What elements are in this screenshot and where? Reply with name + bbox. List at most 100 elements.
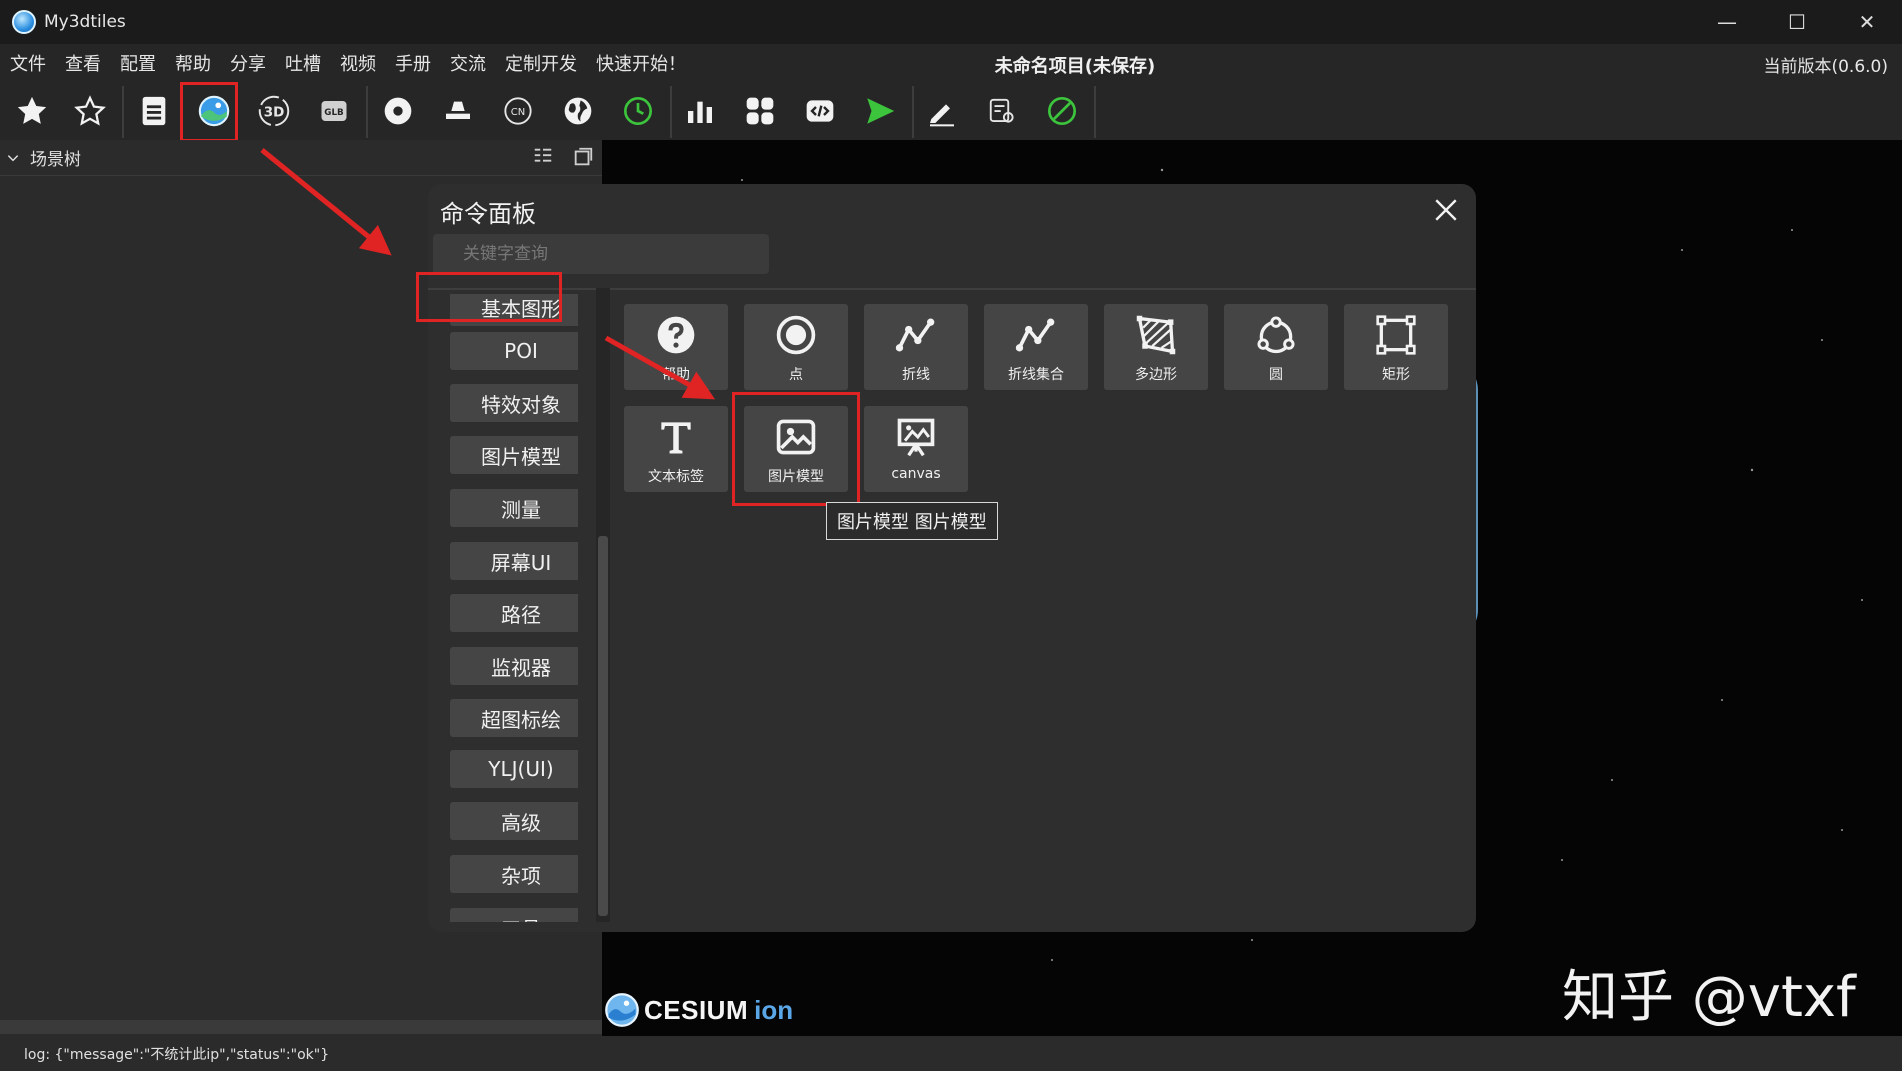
toolbar-separator	[1094, 86, 1096, 138]
command-panel: 命令面板 基本图形 POI 特效对象 图片模型 测量 屏幕UI 路径 监视器 超…	[416, 184, 1476, 932]
cn-map-button[interactable]: CN	[494, 88, 542, 134]
text-label-icon	[661, 422, 691, 454]
polyline-icon	[895, 318, 935, 352]
category-highlight-box	[416, 272, 562, 322]
menu-quick-start[interactable]: 快速开始！	[586, 50, 695, 76]
clock-icon	[624, 97, 652, 125]
category-scrollbar[interactable]	[596, 288, 610, 922]
toolbar-separator	[366, 86, 368, 138]
watermark: 知乎 @vtxf	[1562, 965, 1856, 1030]
cesium-ion-logo[interactable]: CESIUM ion	[604, 990, 793, 1030]
close-window-button[interactable]: ✕	[1832, 0, 1902, 44]
close-icon	[1435, 199, 1457, 221]
category-effects[interactable]: 特效对象	[450, 384, 578, 422]
scene-tree-scrollbar[interactable]	[0, 1020, 602, 1034]
version-label: 当前版本(0.6.0)	[1763, 57, 1888, 77]
tile-label: 矩形	[1382, 367, 1410, 383]
maximize-button[interactable]: ☐	[1762, 0, 1832, 44]
menu-view[interactable]: 查看	[55, 50, 110, 76]
tile-text-label[interactable]: 文本标签	[624, 406, 728, 492]
tile-label: 点	[789, 367, 803, 383]
document-icon	[142, 96, 166, 126]
command-panel-close-button[interactable]	[1428, 192, 1464, 228]
star-filled-icon	[17, 96, 47, 124]
menu-help[interactable]: 帮助	[165, 50, 220, 76]
menu-feedback[interactable]: 吐槽	[275, 50, 330, 76]
favorites-list-button[interactable]	[66, 88, 114, 134]
toolbar-separator	[912, 86, 914, 138]
category-measure[interactable]: 测量	[450, 489, 578, 527]
category-tools[interactable]: 工具	[450, 908, 578, 922]
tile-label: 折线集合	[1008, 367, 1064, 383]
tile-rectangle[interactable]: 矩形	[1344, 304, 1448, 390]
category-advanced[interactable]: 高级	[450, 802, 578, 840]
category-misc[interactable]: 杂项	[450, 855, 578, 893]
menu-manual[interactable]: 手册	[385, 50, 440, 76]
location-button[interactable]	[374, 88, 422, 134]
category-image-model[interactable]: 图片模型	[450, 436, 578, 474]
time-button[interactable]	[614, 88, 662, 134]
components-button[interactable]	[736, 88, 784, 134]
minimize-button[interactable]: —	[1692, 0, 1762, 44]
run-button[interactable]	[856, 88, 904, 134]
chevron-down-icon[interactable]	[6, 151, 20, 165]
tile-polyline[interactable]: 折线	[864, 304, 968, 390]
menu-file[interactable]: 文件	[0, 50, 55, 76]
category-scroll-thumb[interactable]	[598, 536, 608, 916]
tree-expand-icon[interactable]	[532, 146, 554, 168]
3d-tiles-button[interactable]: 3D	[250, 88, 298, 134]
menu-community[interactable]: 交流	[440, 50, 495, 76]
category-monitor[interactable]: 监视器	[450, 647, 578, 685]
menu-config[interactable]: 配置	[110, 50, 165, 76]
tile-help[interactable]: 帮助	[624, 304, 728, 390]
tile-label: 折线	[902, 367, 930, 383]
svg-text:GLB: GLB	[324, 108, 344, 118]
svg-text:3D: 3D	[264, 104, 285, 120]
glb-model-button[interactable]: GLB	[310, 88, 358, 134]
road-icon	[446, 101, 470, 119]
status-log: log: {"message":"不统计此ip","status":"ok"}	[24, 1046, 330, 1063]
document-button[interactable]	[130, 88, 178, 134]
scene-tree-header: 场景树	[0, 140, 602, 176]
settings-button[interactable]	[978, 88, 1026, 134]
category-poi[interactable]: POI	[450, 332, 578, 370]
tile-canvas[interactable]: canvas	[864, 406, 968, 492]
window-controls: — ☐ ✕	[1692, 0, 1902, 44]
menu-bar: 文件 查看 配置 帮助 分享 吐槽 视频 手册 交流 定制开发 快速开始！ 未命…	[0, 44, 1902, 82]
tile-polyline-collection[interactable]: 折线集合	[984, 304, 1088, 390]
chart-button[interactable]	[676, 88, 724, 134]
category-path[interactable]: 路径	[450, 594, 578, 632]
command-search-input[interactable]	[433, 234, 769, 274]
tile-circle[interactable]: 圆	[1224, 304, 1328, 390]
menu-share[interactable]: 分享	[220, 50, 275, 76]
category-list: 基本图形 POI 特效对象 图片模型 测量 屏幕UI 路径 监视器 超图标绘 Y…	[438, 294, 578, 922]
app-logo-icon	[12, 10, 36, 34]
canvas-icon	[897, 418, 935, 457]
toolbar-separator	[122, 86, 124, 138]
tree-collapse-icon[interactable]	[572, 146, 594, 168]
code-button[interactable]	[796, 88, 844, 134]
tooltip: 图片模型 图片模型	[826, 502, 998, 540]
category-ylj-ui[interactable]: YLJ(UI)	[450, 750, 578, 788]
disable-button[interactable]	[1038, 88, 1086, 134]
settings-list-icon	[989, 98, 1014, 123]
favorite-button[interactable]	[8, 88, 56, 134]
tile-label: 多边形	[1135, 367, 1177, 383]
command-panel-title: 命令面板	[440, 200, 536, 228]
tile-polygon[interactable]: 多边形	[1104, 304, 1208, 390]
cn-icon: CN	[504, 97, 532, 125]
category-screen-ui[interactable]: 屏幕UI	[450, 542, 578, 580]
disable-icon	[1048, 97, 1076, 125]
polygon-icon	[1136, 315, 1176, 355]
tile-point[interactable]: 点	[744, 304, 848, 390]
edit-button[interactable]	[918, 88, 966, 134]
menu-custom-dev[interactable]: 定制开发	[495, 50, 586, 76]
road-button[interactable]	[434, 88, 482, 134]
globe-button[interactable]	[554, 88, 602, 134]
category-supermap-plot[interactable]: 超图标绘	[450, 699, 578, 737]
code-icon	[806, 100, 834, 122]
pen-icon	[930, 104, 954, 127]
tile-label: 帮助	[662, 367, 690, 383]
menu-video[interactable]: 视频	[330, 50, 385, 76]
tile-label: canvas	[891, 466, 941, 482]
